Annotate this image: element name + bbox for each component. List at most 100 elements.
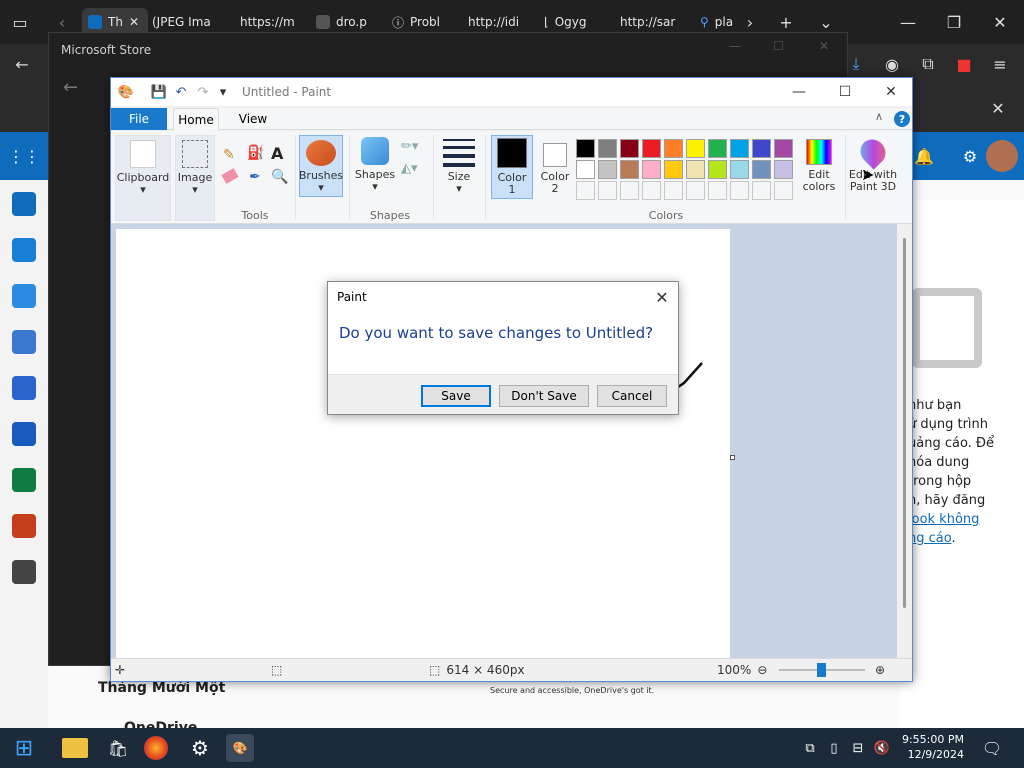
fill-icon[interactable]: ⛽: [247, 145, 264, 161]
resize-handle[interactable]: [730, 455, 735, 460]
word-icon[interactable]: [12, 422, 36, 446]
color-swatch[interactable]: [752, 139, 771, 158]
powerpoint-icon[interactable]: [12, 514, 36, 538]
clipboard-button[interactable]: Clipboard ▾: [115, 135, 171, 221]
notifications-icon[interactable]: 🗨: [982, 739, 1002, 758]
close-infobar-icon[interactable]: ✕: [986, 96, 1010, 120]
custom-color-slot[interactable]: [730, 181, 749, 200]
color-swatch[interactable]: [642, 160, 661, 179]
folder-group-heading[interactable]: Tháng Mười Một: [98, 680, 225, 696]
bell-icon[interactable]: 🔔: [912, 144, 936, 168]
extensions-icon[interactable]: ⧉: [916, 52, 940, 76]
maximize-button[interactable]: ❐: [942, 10, 966, 34]
color-swatch[interactable]: [686, 160, 705, 179]
close-button[interactable]: ✕: [988, 10, 1012, 34]
undo-icon[interactable]: ↶: [173, 84, 189, 100]
custom-color-slot[interactable]: [774, 181, 793, 200]
color-swatch[interactable]: [686, 139, 705, 158]
paint-taskbar-icon[interactable]: 🎨: [226, 734, 254, 762]
volume-muted-icon[interactable]: 🔇: [874, 740, 890, 756]
minimize-button[interactable]: —: [896, 10, 920, 34]
people-icon[interactable]: [12, 284, 36, 308]
text-icon[interactable]: A: [271, 144, 283, 163]
color-swatch[interactable]: [752, 160, 771, 179]
zoom-out-icon[interactable]: ⊖: [757, 663, 767, 677]
color-swatch[interactable]: [598, 139, 617, 158]
close-icon[interactable]: ✕: [650, 285, 674, 309]
brushes-button[interactable]: Brushes ▾: [299, 135, 343, 197]
customize-toolbar-chevron-icon[interactable]: ▾: [215, 84, 231, 100]
file-explorer-icon[interactable]: [62, 738, 88, 758]
custom-color-slot[interactable]: [642, 181, 661, 200]
paint-app-icon[interactable]: 🎨: [118, 84, 134, 100]
tab-list-chevron-icon[interactable]: ⌄: [814, 10, 838, 34]
color-swatch[interactable]: [708, 139, 727, 158]
color-swatch[interactable]: [598, 160, 617, 179]
tab-actions-icon[interactable]: ▭: [8, 10, 32, 34]
color-swatch[interactable]: [774, 160, 793, 179]
close-tab-icon[interactable]: ✕: [129, 15, 139, 29]
clock[interactable]: 9:55:00 PM 12/9/2024: [898, 732, 964, 762]
settings-gear-icon[interactable]: ⚙: [186, 734, 214, 762]
custom-color-slot[interactable]: [598, 181, 617, 200]
tab-file[interactable]: File: [111, 108, 167, 130]
fill-shape-icon[interactable]: ◭▾: [401, 161, 418, 176]
edit-with-paint3d-button[interactable]: Edit with Paint 3D: [847, 134, 899, 193]
color1-button[interactable]: Color 1: [491, 135, 533, 199]
custom-color-slot[interactable]: [664, 181, 683, 200]
back-arrow-icon[interactable]: ←: [10, 52, 34, 76]
tab-scroll-left-icon[interactable]: ‹: [50, 10, 74, 34]
magnifier-icon[interactable]: 🔍: [271, 169, 288, 185]
color-swatch[interactable]: [576, 139, 595, 158]
avatar[interactable]: [986, 140, 1018, 172]
color-swatch[interactable]: [730, 160, 749, 179]
custom-color-slot[interactable]: [752, 181, 771, 200]
store-taskbar-icon[interactable]: 🛍: [104, 734, 132, 762]
color-swatch[interactable]: [774, 139, 793, 158]
color-swatch[interactable]: [620, 139, 639, 158]
groups-icon[interactable]: [12, 330, 36, 354]
zoom-in-icon[interactable]: ⊕: [875, 663, 885, 677]
pencil-icon[interactable]: ✎: [223, 147, 235, 163]
start-button[interactable]: ⊞: [10, 734, 38, 762]
save-button[interactable]: Save: [421, 385, 491, 407]
minimize-button[interactable]: —: [729, 39, 741, 53]
calendar-icon[interactable]: [12, 238, 36, 262]
dont-save-button[interactable]: Don't Save: [499, 385, 589, 407]
back-arrow-icon[interactable]: ←: [63, 77, 78, 98]
color-swatch[interactable]: [708, 160, 727, 179]
redo-icon[interactable]: ↷: [195, 84, 211, 100]
wifi-icon[interactable]: ⊟: [850, 740, 866, 756]
custom-color-slot[interactable]: [620, 181, 639, 200]
help-icon[interactable]: ?: [894, 111, 910, 127]
collapse-ribbon-icon[interactable]: ∧: [875, 110, 883, 123]
maximize-button[interactable]: ☐: [773, 39, 784, 53]
close-button[interactable]: ✕: [819, 39, 829, 53]
color-swatch[interactable]: [664, 139, 683, 158]
more-apps-icon[interactable]: [12, 560, 36, 584]
color-swatch[interactable]: [664, 160, 683, 179]
menu-icon[interactable]: ≡: [988, 52, 1012, 76]
firefox-icon[interactable]: [144, 736, 168, 760]
new-tab-button[interactable]: +: [774, 10, 798, 34]
close-button[interactable]: ✕: [881, 82, 901, 102]
scrollbar-thumb[interactable]: [903, 238, 906, 608]
edit-colors-button[interactable]: Edit colors: [799, 135, 839, 193]
maximize-button[interactable]: ☐: [835, 82, 855, 102]
mail-icon[interactable]: [12, 192, 36, 216]
tab-view[interactable]: View: [231, 108, 275, 130]
network-icon[interactable]: ▯: [826, 740, 842, 756]
image-button[interactable]: Image ▾: [175, 135, 215, 221]
color-swatch[interactable]: [576, 160, 595, 179]
excel-icon[interactable]: [12, 468, 36, 492]
color-picker-icon[interactable]: ✒: [249, 169, 261, 185]
color-swatch[interactable]: [730, 139, 749, 158]
save-icon[interactable]: 💾: [151, 84, 167, 100]
todo-icon[interactable]: [12, 376, 36, 400]
gear-icon[interactable]: ⚙: [958, 144, 982, 168]
minimize-button[interactable]: —: [789, 82, 809, 102]
color-swatch[interactable]: [642, 139, 661, 158]
custom-color-slot[interactable]: [686, 181, 705, 200]
size-button[interactable]: Size ▾: [439, 135, 479, 195]
zoom-slider-thumb[interactable]: [817, 663, 826, 677]
